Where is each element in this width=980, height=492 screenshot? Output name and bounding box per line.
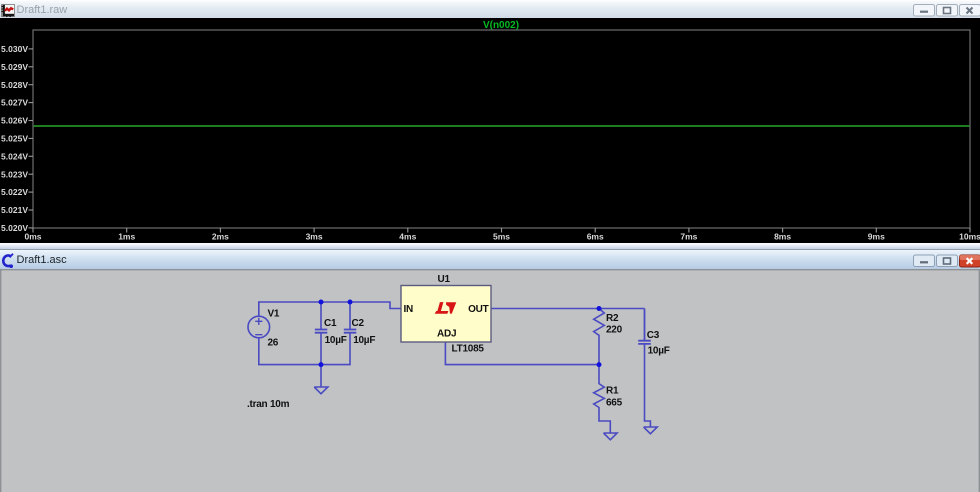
svg-text:1ms: 1ms	[118, 232, 135, 242]
svg-text:0ms: 0ms	[24, 232, 41, 242]
svg-text:5ms: 5ms	[493, 232, 510, 242]
svg-text:5.030V: 5.030V	[1, 44, 28, 54]
svg-text:U1: U1	[438, 274, 451, 285]
svg-text:V(n002): V(n002)	[483, 20, 519, 31]
svg-text:ADJ: ADJ	[437, 329, 456, 340]
svg-text:R2: R2	[606, 313, 619, 324]
svg-text:10ms: 10ms	[959, 232, 980, 242]
svg-text:V1: V1	[268, 308, 280, 319]
svg-text:5.028V: 5.028V	[1, 80, 28, 90]
svg-text:7ms: 7ms	[680, 232, 697, 242]
svg-text:5.024V: 5.024V	[1, 151, 28, 161]
svg-text:.tran 10m: .tran 10m	[247, 399, 290, 410]
svg-text:C3: C3	[647, 330, 660, 341]
svg-text:9ms: 9ms	[868, 232, 885, 242]
svg-text:5.023V: 5.023V	[1, 169, 28, 179]
svg-text:26: 26	[268, 338, 279, 349]
svg-text:IN: IN	[404, 304, 414, 315]
svg-text:R1: R1	[606, 385, 619, 396]
svg-text:10µF: 10µF	[648, 346, 670, 357]
svg-text:2ms: 2ms	[212, 232, 229, 242]
svg-text:4ms: 4ms	[399, 232, 416, 242]
svg-text:OUT: OUT	[468, 304, 489, 315]
svg-text:8ms: 8ms	[774, 232, 791, 242]
svg-text:C2: C2	[352, 318, 365, 329]
svg-text:5.021V: 5.021V	[1, 205, 28, 215]
svg-text:220: 220	[606, 324, 623, 335]
svg-text:10µF: 10µF	[353, 335, 375, 346]
svg-text:5.022V: 5.022V	[1, 187, 28, 197]
svg-text:5.026V: 5.026V	[1, 116, 28, 126]
svg-text:LT1085: LT1085	[452, 344, 485, 355]
svg-text:5.029V: 5.029V	[1, 62, 28, 72]
svg-text:5.025V: 5.025V	[1, 134, 28, 144]
svg-text:C1: C1	[324, 318, 337, 329]
svg-text:665: 665	[606, 398, 623, 409]
svg-text:3ms: 3ms	[306, 232, 323, 242]
svg-text:6ms: 6ms	[587, 232, 604, 242]
svg-text:5.027V: 5.027V	[1, 98, 28, 108]
svg-text:10µF: 10µF	[325, 335, 347, 346]
